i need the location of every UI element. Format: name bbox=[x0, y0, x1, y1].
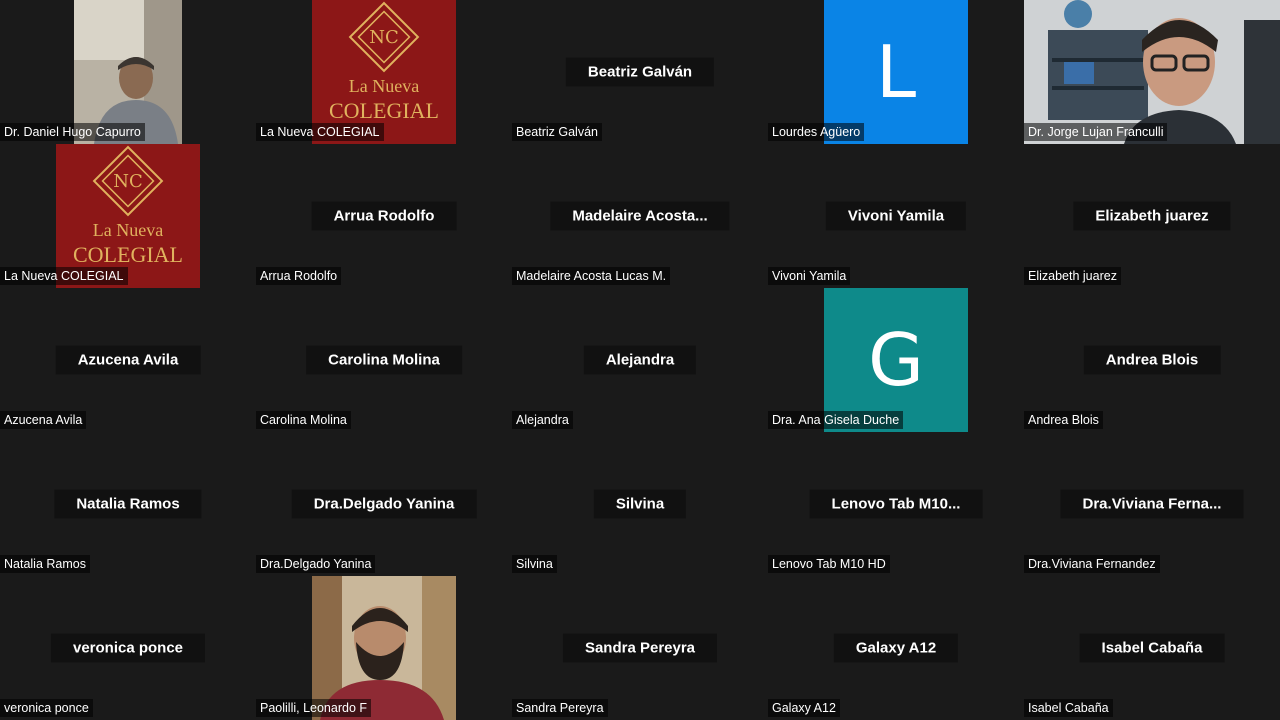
participant-tile-leonardo-paolilli[interactable]: Paolilli, Leonardo F bbox=[256, 576, 512, 720]
participant-tile-jorge-franculli[interactable]: Dr. Jorge Lujan Franculli bbox=[1024, 0, 1280, 144]
participant-tile-delgado-yanina[interactable]: Dra.Delgado Yanina Dra.Delgado Yanina bbox=[256, 432, 512, 576]
participant-tile-andrea-blois[interactable]: Andrea Blois Andrea Blois bbox=[1024, 288, 1280, 432]
participant-tile-carolina-molina[interactable]: Carolina Molina Carolina Molina bbox=[256, 288, 512, 432]
participant-display-name: Dra.Viviana Ferna... bbox=[1060, 489, 1244, 519]
participant-name-label: Madelaire Acosta Lucas M. bbox=[512, 267, 671, 285]
participant-display-name: veronica ponce bbox=[50, 633, 206, 663]
participant-display-name: Silvina bbox=[593, 489, 687, 519]
participant-tile-isabel-cabana[interactable]: Isabel Cabaña Isabel Cabaña bbox=[1024, 576, 1280, 720]
participant-display-name: Beatriz Galván bbox=[565, 57, 715, 87]
participant-name-label: Dra.Delgado Yanina bbox=[256, 555, 376, 573]
participant-display-name: Sandra Pereyra bbox=[562, 633, 718, 663]
participant-display-name: Azucena Avila bbox=[55, 345, 201, 375]
participant-name-label: Silvina bbox=[512, 555, 557, 573]
participant-display-name: Madelaire Acosta... bbox=[550, 201, 730, 231]
participant-display-name: Carolina Molina bbox=[306, 345, 462, 375]
participant-name-label: Paolilli, Leonardo F bbox=[256, 699, 372, 717]
participant-tile-veronica-ponce[interactable]: veronica ponce veronica ponce bbox=[0, 576, 256, 720]
participant-gallery: Dr. Daniel Hugo Capurro NC La Nueva COLE… bbox=[0, 0, 1280, 720]
participant-name-label: Alejandra bbox=[512, 411, 573, 429]
participant-tile-lourdes-aguero[interactable]: L Lourdes Agüero bbox=[768, 0, 1024, 144]
participant-display-name: Elizabeth juarez bbox=[1073, 201, 1231, 231]
logo-line-2: COLEGIAL bbox=[329, 98, 439, 123]
participant-tile-alejandra[interactable]: Alejandra Alejandra bbox=[512, 288, 768, 432]
logo-line-1: La Nueva bbox=[93, 220, 163, 240]
participant-tile-vivoni-yamila[interactable]: Vivoni Yamila Vivoni Yamila bbox=[768, 144, 1024, 288]
participant-tile-silvina[interactable]: Silvina Silvina bbox=[512, 432, 768, 576]
logo-monogram: NC bbox=[113, 171, 143, 192]
participant-display-name: Lenovo Tab M10... bbox=[809, 489, 983, 519]
participant-display-name: Alejandra bbox=[583, 345, 697, 375]
participant-tile-ana-gisela-duche[interactable]: G Dra. Ana Gisela Duche bbox=[768, 288, 1024, 432]
participant-name-label: Carolina Molina bbox=[256, 411, 351, 429]
participant-name-label: La Nueva COLEGIAL bbox=[0, 267, 128, 285]
participant-tile-la-nueva-colegial[interactable]: NC La Nueva COLEGIAL La Nueva COLEGIAL bbox=[256, 0, 512, 144]
participant-name-label: Azucena Avila bbox=[0, 411, 87, 429]
participant-tile-la-nueva-colegial-2[interactable]: NC La Nueva COLEGIAL La Nueva COLEGIAL bbox=[0, 144, 256, 288]
participant-name-label: Andrea Blois bbox=[1024, 411, 1103, 429]
logo-monogram: NC bbox=[369, 27, 399, 48]
participant-display-name: Arrua Rodolfo bbox=[311, 201, 457, 231]
participant-tile-galaxy-a12[interactable]: Galaxy A12 Galaxy A12 bbox=[768, 576, 1024, 720]
participant-name-label: Lenovo Tab M10 HD bbox=[768, 555, 890, 573]
participant-display-name: Galaxy A12 bbox=[833, 633, 959, 663]
participant-tile-natalia-ramos[interactable]: Natalia Ramos Natalia Ramos bbox=[0, 432, 256, 576]
participant-tile-viviana-fernandez[interactable]: Dra.Viviana Ferna... Dra.Viviana Fernand… bbox=[1024, 432, 1280, 576]
participant-name-label: Natalia Ramos bbox=[0, 555, 90, 573]
participant-tile-sandra-pereyra[interactable]: Sandra Pereyra Sandra Pereyra bbox=[512, 576, 768, 720]
participant-name-label: veronica ponce bbox=[0, 699, 93, 717]
participant-name-label: Dr. Jorge Lujan Franculli bbox=[1024, 123, 1168, 141]
participant-display-name: Dra.Delgado Yanina bbox=[291, 489, 477, 519]
participant-name-label: Isabel Cabaña bbox=[1024, 699, 1113, 717]
logo-line-1: La Nueva bbox=[349, 76, 419, 96]
participant-display-name: Isabel Cabaña bbox=[1079, 633, 1225, 663]
participant-display-name: Andrea Blois bbox=[1083, 345, 1221, 375]
participant-name-label: Arrua Rodolfo bbox=[256, 267, 342, 285]
participant-tile-lenovo-tab[interactable]: Lenovo Tab M10... Lenovo Tab M10 HD bbox=[768, 432, 1024, 576]
participant-tile-arrua-rodolfo[interactable]: Arrua Rodolfo Arrua Rodolfo bbox=[256, 144, 512, 288]
participant-name-label: Dra.Viviana Fernandez bbox=[1024, 555, 1160, 573]
participant-tile-madelaire-acosta[interactable]: Madelaire Acosta... Madelaire Acosta Luc… bbox=[512, 144, 768, 288]
participant-name-label: Lourdes Agüero bbox=[768, 123, 865, 141]
participant-name-label: Galaxy A12 bbox=[768, 699, 840, 717]
participant-display-name: Natalia Ramos bbox=[54, 489, 202, 519]
participant-name-label: Dra. Ana Gisela Duche bbox=[768, 411, 904, 429]
participant-tile-beatriz-galvan[interactable]: Beatriz Galván Beatriz Galván bbox=[512, 0, 768, 144]
participant-name-label: Vivoni Yamila bbox=[768, 267, 851, 285]
participant-tile-daniel-capurro[interactable]: Dr. Daniel Hugo Capurro bbox=[0, 0, 256, 144]
participant-tile-elizabeth-juarez[interactable]: Elizabeth juarez Elizabeth juarez bbox=[1024, 144, 1280, 288]
participant-name-label: Beatriz Galván bbox=[512, 123, 602, 141]
participant-name-label: Dr. Daniel Hugo Capurro bbox=[0, 123, 145, 141]
participant-name-label: Elizabeth juarez bbox=[1024, 267, 1121, 285]
participant-name-label: Sandra Pereyra bbox=[512, 699, 608, 717]
participant-name-label: La Nueva COLEGIAL bbox=[256, 123, 384, 141]
logo-line-2: COLEGIAL bbox=[73, 242, 183, 267]
participant-display-name: Vivoni Yamila bbox=[825, 201, 967, 231]
participant-tile-azucena-avila[interactable]: Azucena Avila Azucena Avila bbox=[0, 288, 256, 432]
